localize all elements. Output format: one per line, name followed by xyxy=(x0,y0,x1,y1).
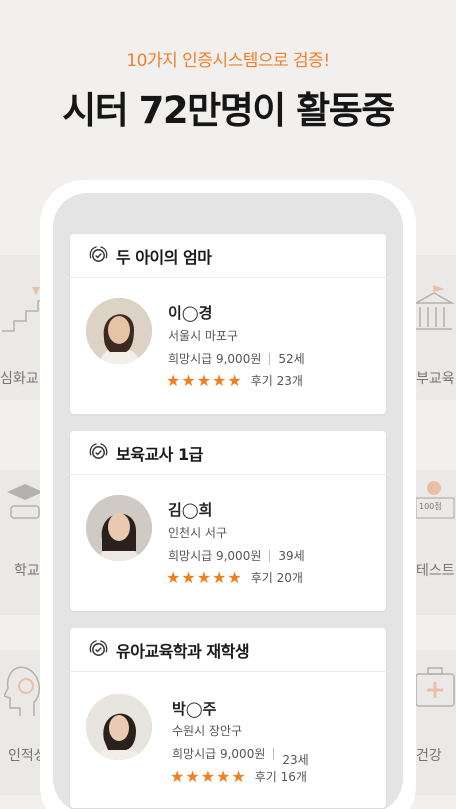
star-icon: ★ xyxy=(166,567,181,587)
sitter-avatar xyxy=(86,495,152,561)
building-icon xyxy=(413,285,455,330)
sitter-card[interactable]: 보육교사 1급 김◯희 인천시 서구 희망시급 9,000원 39세 ★ ★ ★… xyxy=(70,431,386,611)
sitter-age: 23세 xyxy=(282,753,309,767)
score-badge: 100점 xyxy=(419,502,442,511)
stairs-icon xyxy=(2,287,44,332)
graduation-cap-icon xyxy=(7,484,43,519)
sitter-wage: 희망시급 9,000원 xyxy=(172,747,266,761)
certified-badge-icon xyxy=(89,246,108,262)
card-title: 두 아이의 엄마 xyxy=(116,247,212,267)
divider xyxy=(269,549,271,562)
sitter-location: 서울시 마포구 xyxy=(168,329,239,343)
card-header: 보육교사 1급 xyxy=(70,431,386,475)
sitter-name: 박◯주 xyxy=(172,700,217,718)
bg-label-right-1: 부교육 xyxy=(416,371,455,387)
certified-badge-icon xyxy=(89,443,108,459)
card-title: 유아교육학과 재학생 xyxy=(116,641,250,661)
bg-label-left-2: 학교 xyxy=(14,563,40,579)
bg-label-left-1: 심화교 xyxy=(0,371,39,387)
star-icon: ★ xyxy=(196,370,212,390)
sitter-wage: 희망시급 9,000원 xyxy=(168,549,262,563)
review-count: 후기 16개 xyxy=(254,770,307,784)
card-title: 보육교사 1급 xyxy=(116,444,203,464)
rating-stars: ★ ★ ★ ★ ★ 후기 16개 xyxy=(170,768,307,785)
sitter-name: 김◯희 xyxy=(168,501,213,519)
head-gear-icon xyxy=(4,666,40,716)
headline-title: 시터 72만명이 활동중 xyxy=(62,89,395,132)
star-icon: ★ xyxy=(231,766,246,786)
rating-stars: ★ ★ ★ ★ ★ 후기 20개 xyxy=(166,569,303,586)
sitter-name: 이◯경 xyxy=(168,304,213,322)
rating-stars: ★ ★ ★ ★ ★ 후기 23개 xyxy=(166,372,303,389)
star-icon: ★ xyxy=(216,766,231,786)
headline-subtitle: 10가지 인증시스템으로 검증! xyxy=(126,51,330,71)
star-icon: ★ xyxy=(181,370,196,390)
sitter-age: 52세 xyxy=(278,352,305,366)
certificate-icon xyxy=(415,481,455,519)
star-icon: ★ xyxy=(212,370,227,390)
star-icon: ★ xyxy=(166,370,181,390)
bg-label-right-3: 건강 xyxy=(416,748,442,764)
star-icon: ★ xyxy=(200,766,216,786)
card-header: 유아교육학과 재학생 xyxy=(70,628,386,672)
sitter-location: 수원시 장안구 xyxy=(172,724,243,738)
card-header: 두 아이의 엄마 xyxy=(70,234,386,278)
sitter-card[interactable]: 두 아이의 엄마 이◯경 서울시 마포구 희망시급 9,000원 52세 ★ ★… xyxy=(70,234,386,414)
star-icon: ★ xyxy=(227,567,242,587)
star-icon: ★ xyxy=(196,567,212,587)
star-icon: ★ xyxy=(212,567,227,587)
sitter-avatar xyxy=(86,694,152,760)
sitter-card[interactable]: 유아교육학과 재학생 박◯주 수원시 장안구 희망시급 9,000원 23세 ★… xyxy=(70,628,386,808)
divider xyxy=(273,747,275,760)
star-icon: ★ xyxy=(181,567,196,587)
sitter-avatar xyxy=(86,298,152,364)
divider xyxy=(269,352,271,365)
sitter-wage: 희망시급 9,000원 xyxy=(168,352,262,366)
bg-label-right-2: 테스트 xyxy=(416,563,455,579)
review-count: 후기 23개 xyxy=(250,374,303,388)
star-icon: ★ xyxy=(185,766,200,786)
star-icon: ★ xyxy=(227,370,242,390)
medical-kit-icon xyxy=(415,667,455,707)
sitter-age: 39세 xyxy=(278,549,305,563)
certified-badge-icon xyxy=(89,640,108,656)
star-icon: ★ xyxy=(170,766,185,786)
review-count: 후기 20개 xyxy=(250,571,303,585)
sitter-location: 인천시 서구 xyxy=(168,526,228,540)
